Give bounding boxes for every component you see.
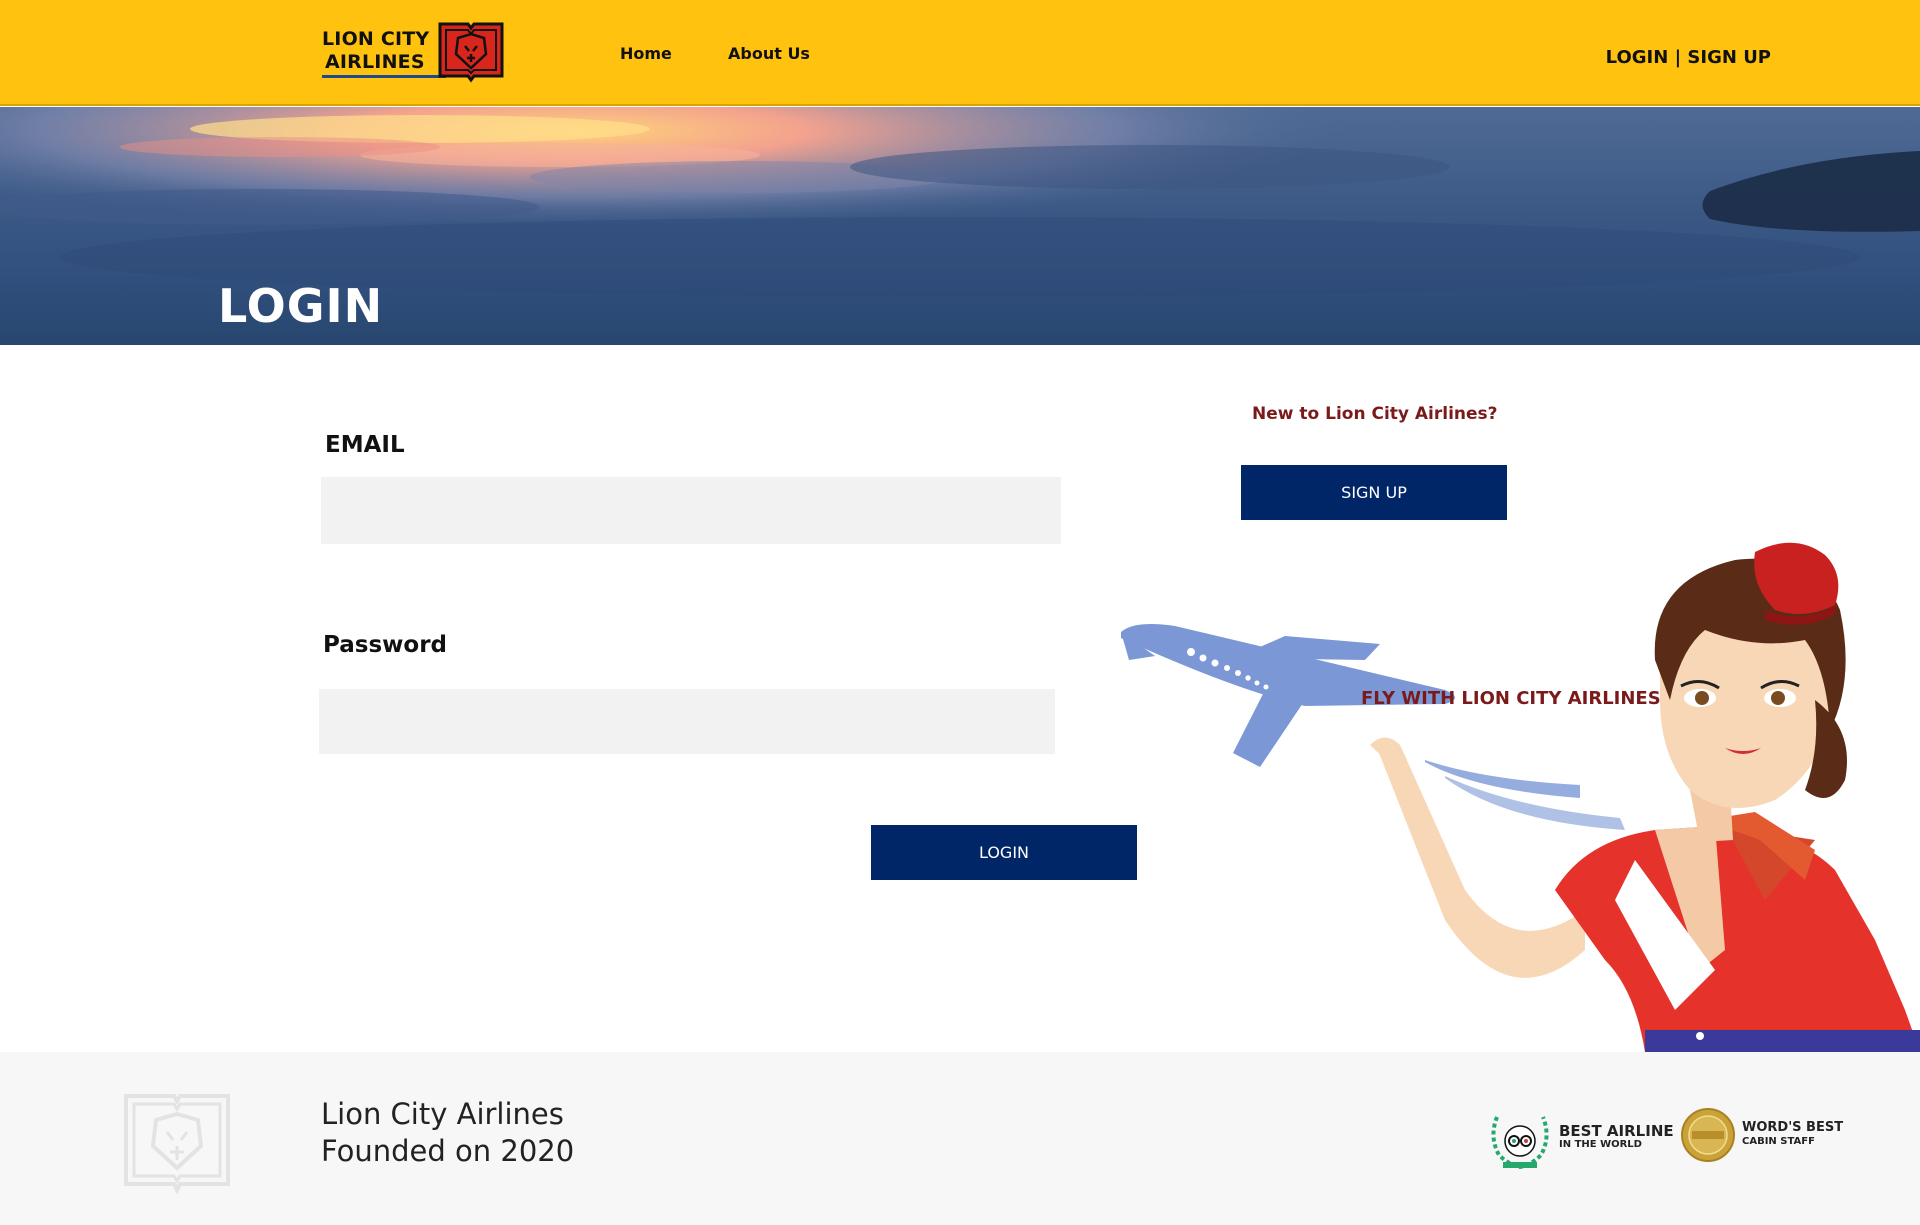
logo-line-1: LION CITY: [322, 28, 430, 50]
footer-logo-icon: [124, 1094, 230, 1194]
award-2-subtitle: CABIN STAFF: [1742, 1136, 1815, 1147]
password-field[interactable]: [319, 689, 1055, 754]
signup-prompt: New to Lion City Airlines?: [1252, 404, 1498, 424]
auth-links: LOGIN | SIGN UP: [1606, 47, 1771, 68]
auth-separator: |: [1674, 47, 1682, 68]
award-best-airline: BEST AIRLINE IN THE WORLD: [1487, 1107, 1674, 1169]
award-1-subtitle: IN THE WORLD: [1559, 1139, 1642, 1150]
page-title: LOGIN: [218, 279, 384, 333]
flight-attendant-illustration: [1121, 542, 1920, 1052]
award-cabin-staff-text: WORD'S BEST CABIN STAFF: [1742, 1121, 1843, 1149]
airline-logo[interactable]: LION CITY AIRLINES: [322, 18, 507, 84]
login-button[interactable]: LOGIN: [871, 825, 1137, 880]
tripadvisor-badge-icon: [1491, 1116, 1549, 1169]
site-header: LION CITY AIRLINES Home About Us LOGIN |…: [0, 0, 1920, 106]
email-field[interactable]: [321, 477, 1061, 544]
skytrax-medal-icon: [1681, 1108, 1735, 1162]
fly-with-us-tagline: FLY WITH LION CITY AIRLINES: [1361, 688, 1661, 709]
award-2-title: WORD'S BEST: [1742, 1120, 1844, 1135]
header-signup-link[interactable]: SIGN UP: [1687, 47, 1771, 68]
award-1-title: BEST AIRLINE: [1559, 1122, 1674, 1140]
header-login-link[interactable]: LOGIN: [1606, 47, 1669, 68]
password-label: Password: [323, 632, 447, 658]
logo-wordmark: LION CITY AIRLINES: [322, 28, 429, 74]
logo-line-2: AIRLINES: [325, 51, 425, 73]
lion-book-icon: [438, 22, 504, 83]
footer-founded-text: Founded on 2020: [321, 1134, 575, 1168]
hero-banner: LOGIN: [0, 107, 1920, 345]
award-cabin-staff: WORD'S BEST CABIN STAFF: [1680, 1107, 1843, 1163]
email-label: EMAIL: [325, 432, 405, 458]
nav-home-link[interactable]: Home: [620, 44, 672, 63]
award-best-airline-text: BEST AIRLINE IN THE WORLD: [1559, 1124, 1674, 1152]
nav-about-link[interactable]: About Us: [728, 44, 810, 63]
airplane-icon: [1121, 624, 1625, 830]
logo-underline: [322, 75, 446, 78]
footer-company-name: Lion City Airlines: [321, 1097, 564, 1131]
signup-button[interactable]: SIGN UP: [1241, 465, 1507, 520]
